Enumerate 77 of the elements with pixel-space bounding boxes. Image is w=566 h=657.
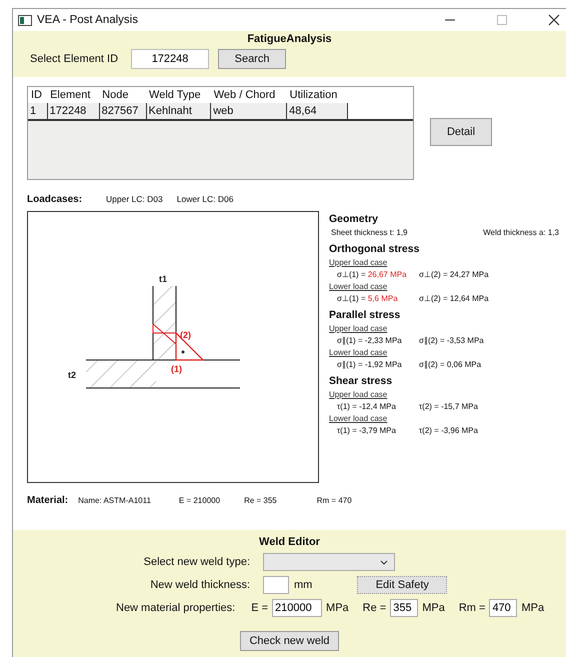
table-cell: 827567	[99, 103, 146, 120]
stress-value: τ(2) = -3,96 MPa	[419, 426, 479, 435]
weld-thickness-label: New weld thickness:	[149, 579, 250, 591]
stress-value: σ∥(2) = -3,53 MPa	[419, 336, 485, 345]
unit-label: MPa	[326, 602, 349, 614]
header-title: FatigueAnalysis	[246, 33, 333, 45]
table-cell: 48,64	[286, 103, 347, 120]
weld-type-label: Select new weld type:	[142, 556, 250, 568]
loadcases-label: Loadcases:	[27, 194, 82, 205]
close-icon[interactable]	[548, 14, 560, 26]
stress-value: σ⊥(1) = 26,67 MPa	[337, 270, 408, 279]
load-case-heading: Lower load case	[329, 348, 388, 357]
property-label: Rm =	[458, 602, 486, 614]
stress-value: σ∥(2) = 0,06 MPa	[419, 360, 482, 369]
weld-type-dropdown[interactable]	[263, 553, 395, 571]
unit-label: MPa	[422, 602, 445, 614]
property-label: E =	[251, 602, 268, 614]
maximize-icon[interactable]	[496, 14, 508, 26]
weld-thickness: Weld thickness a: 1,3	[483, 228, 559, 237]
table-cell: web	[210, 103, 287, 120]
diagram-label: t2	[68, 370, 76, 380]
stress-value: σ∥(1) = -1,92 MPa	[337, 360, 403, 369]
unit-label: mm	[294, 579, 312, 591]
select-element-label: Select Element ID	[30, 53, 118, 65]
column-header[interactable]: ID	[28, 87, 48, 103]
section-heading: Parallel stress	[329, 309, 402, 321]
load-case-heading: Upper load case	[329, 324, 388, 333]
chevron-down-icon	[380, 560, 388, 564]
upper-loadcase: Upper LC: D03	[106, 194, 163, 204]
material-re: Re = 355	[244, 496, 277, 505]
diagram-label: (1)	[171, 364, 182, 374]
lower-loadcase: Lower LC: D06	[176, 194, 234, 204]
search-button[interactable]: Search	[218, 49, 286, 69]
load-case-heading: Lower load case	[329, 282, 388, 291]
section-heading: Orthogonal stress	[329, 243, 420, 255]
property-field[interactable]: 470	[489, 599, 518, 617]
sheet-thickness: Sheet thickness t: 1,9	[331, 228, 408, 237]
material-e: E = 210000	[178, 496, 220, 505]
stress-value: τ(1) = -12,4 MPa	[337, 402, 397, 411]
weld-editor-title: Weld Editor	[258, 536, 321, 548]
property-label: Re =	[362, 602, 386, 614]
column-header[interactable]: Node	[99, 87, 146, 103]
load-case-heading: Upper load case	[329, 390, 388, 399]
section-heading: Shear stress	[329, 375, 394, 387]
diagram-label: t1	[159, 274, 168, 284]
material-rm: Rm = 470	[316, 496, 352, 505]
material-properties-label: New material properties:	[116, 602, 236, 614]
material-label: Material:	[27, 495, 68, 506]
weld-thickness-field[interactable]	[263, 576, 289, 594]
stress-value: τ(2) = -15,7 MPa	[419, 402, 479, 411]
element-id-field[interactable]: 172248	[131, 49, 210, 69]
detail-button[interactable]: Detail	[430, 118, 492, 146]
stress-value: σ⊥(2) = 24,27 MPa	[419, 270, 490, 279]
diagram-label: (2)	[180, 330, 191, 340]
load-case-heading: Upper load case	[329, 258, 388, 267]
load-case-heading: Lower load case	[329, 414, 388, 423]
stress-value: τ(1) = -3,79 MPa	[337, 426, 397, 435]
unit-label: MPa	[521, 602, 544, 614]
material-name: Name: ASTM-A1011	[78, 496, 151, 505]
stress-value: σ∥(1) = -2,33 MPa	[337, 336, 403, 345]
window-title: VEA - Post Analysis	[37, 14, 138, 26]
table-cell: 172248	[47, 103, 100, 120]
table-row[interactable]: 1 172248 827567 Kehlnaht web 48,64	[28, 103, 413, 120]
check-weld-button[interactable]: Check new weld	[240, 631, 339, 651]
stress-value: σ⊥(1) = 5,6 MPa	[337, 294, 399, 303]
column-header[interactable]: Element	[47, 87, 100, 103]
table-cell: Kehlnaht	[146, 103, 211, 120]
stress-value: σ⊥(2) = 12,64 MPa	[419, 294, 490, 303]
column-header[interactable]: Web / Chord	[210, 87, 287, 103]
section-heading: Geometry	[329, 213, 380, 225]
property-field[interactable]: 210000	[272, 599, 322, 617]
table-cell: 1	[28, 103, 48, 120]
property-field[interactable]: 355	[390, 599, 418, 617]
edit-safety-button[interactable]: Edit Safety	[357, 576, 448, 594]
app-icon	[18, 14, 32, 26]
column-header[interactable]: Utilization	[286, 87, 347, 103]
column-header[interactable]: Weld Type	[146, 87, 211, 103]
